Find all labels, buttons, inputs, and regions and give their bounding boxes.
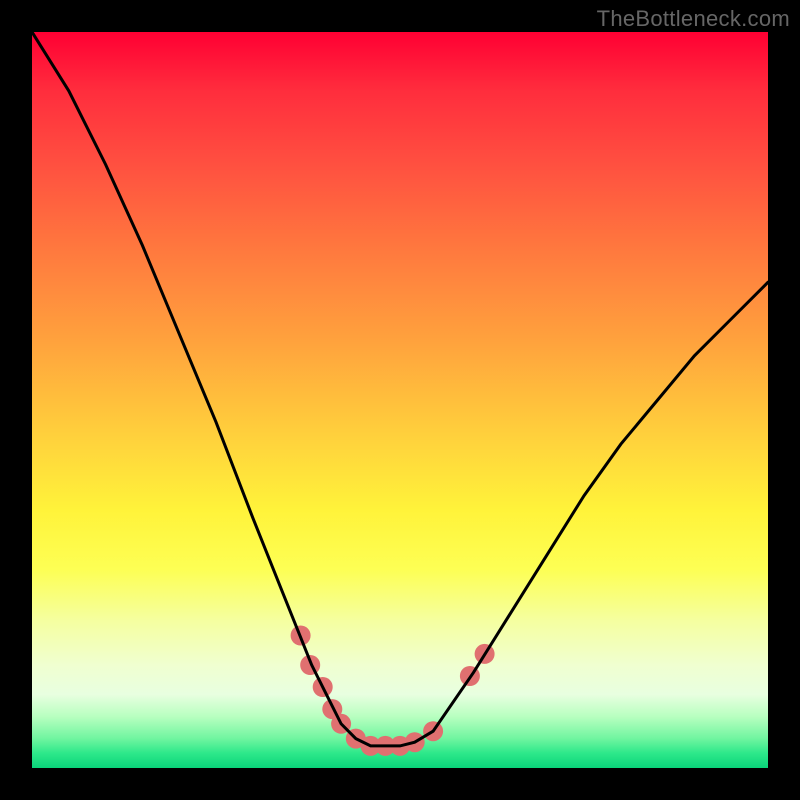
plot-area	[32, 32, 768, 768]
outer-frame: TheBottleneck.com	[0, 0, 800, 800]
highlight-marker-group	[291, 626, 495, 756]
watermark-text: TheBottleneck.com	[597, 6, 790, 32]
bottleneck-curve	[32, 32, 768, 746]
chart-overlay	[32, 32, 768, 768]
